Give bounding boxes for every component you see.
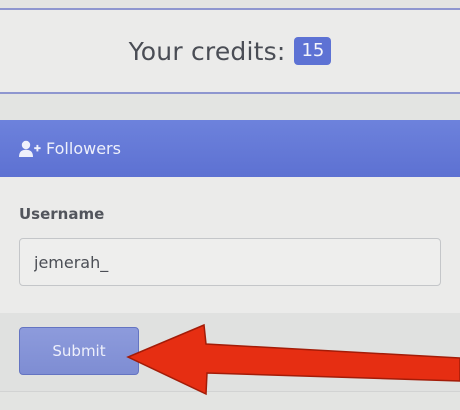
submit-button[interactable]: Submit: [19, 327, 139, 375]
followers-panel-title: Followers: [46, 139, 121, 158]
username-input[interactable]: [19, 238, 441, 286]
followers-form: Username: [0, 177, 460, 313]
credits-card: Your credits: 15: [0, 8, 460, 94]
page: Your credits: 15 Followers Username Subm…: [0, 0, 460, 410]
credits-badge: 15: [294, 37, 332, 65]
username-label: Username: [19, 205, 105, 223]
credits-label: Your credits:: [128, 36, 286, 66]
user-plus-icon: [19, 140, 41, 158]
followers-panel-header: Followers: [0, 120, 460, 177]
form-footer: Submit: [0, 313, 460, 392]
